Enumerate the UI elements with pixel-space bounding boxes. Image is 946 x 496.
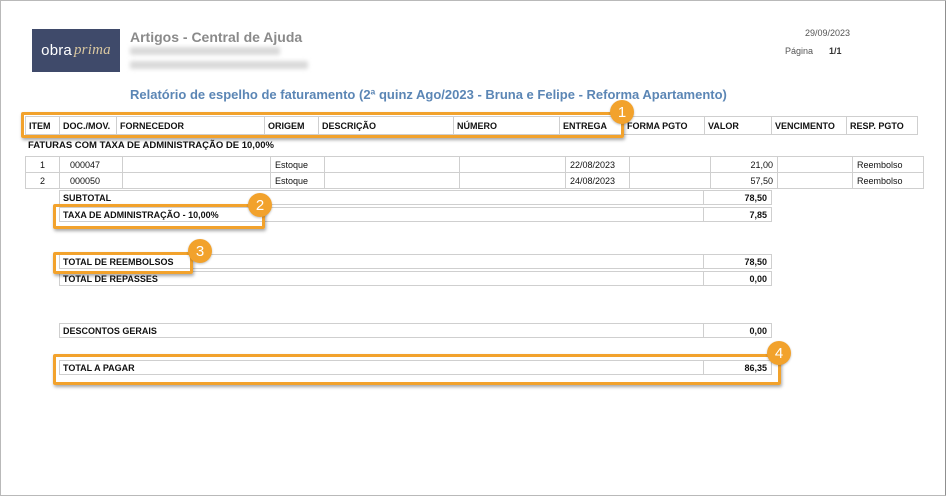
cell-resp: Reembolso [852,172,924,189]
cell-item: 2 [25,172,60,189]
blurred-contact-line [130,61,308,69]
callout-badge-3: 3 [188,239,212,263]
general-discount-label: DESCONTOS GERAIS [63,326,157,336]
cell-origem: Estoque [270,172,325,189]
section-title: FATURAS COM TAXA DE ADMINISTRAÇÃO DE 10,… [28,140,274,151]
cell-valor: 21,00 [710,156,778,173]
cell-doc: 000047 [59,156,123,173]
col-resp-pgto: RESP. PGTO [846,116,918,135]
cell-item: 1 [25,156,60,173]
cell-vencimento [777,156,853,173]
logo-text-prima: prima [73,42,111,58]
cell-resp: Reembolso [852,156,924,173]
cell-fornecedor [122,156,271,173]
highlight-column-headers [21,112,624,138]
company-name: Artigos - Central de Ajuda [130,29,303,45]
table-row: 2 000050 Estoque 24/08/2023 57,50 Reembo… [25,172,924,189]
report-page: obra prima Artigos - Central de Ajuda 29… [0,0,946,496]
report-title: Relatório de espelho de faturamento (2ª … [130,87,727,102]
col-valor: VALOR [704,116,772,135]
cell-numero [459,156,566,173]
page-number: 1/1 [829,46,842,56]
subtotal-label: SUBTOTAL [63,193,112,203]
transfer-total-label: TOTAL DE REPASSES [63,274,158,284]
reimbursement-total-value: 78,50 [744,257,767,267]
cell-entrega: 24/08/2023 [565,172,630,189]
cell-valor: 57,50 [710,172,778,189]
general-discount-value: 0,00 [749,326,767,336]
cell-numero [459,172,566,189]
cell-forma [629,156,711,173]
highlight-admin-fee [53,204,265,229]
cell-entrega: 22/08/2023 [565,156,630,173]
cell-forma [629,172,711,189]
cell-fornecedor [122,172,271,189]
col-vencimento: VENCIMENTO [771,116,847,135]
subtotal-value: 78,50 [744,193,767,203]
logo-text-obra: obra [41,42,72,59]
general-discount-row: DESCONTOS GERAIS 0,00 [59,323,772,338]
obra-prima-logo: obra prima [32,29,120,72]
report-date: 29/09/2023 [805,28,851,38]
col-forma-pgto: FORMA PGTO [623,116,705,135]
cell-descricao [324,172,460,189]
highlight-reimbursements [53,252,193,274]
callout-badge-2: 2 [248,193,272,217]
page-label: Página [785,46,814,56]
invoice-table: 1 000047 Estoque 22/08/2023 21,00 Reembo… [25,156,924,189]
callout-badge-4: 4 [767,341,791,365]
cell-vencimento [777,172,853,189]
table-row: 1 000047 Estoque 22/08/2023 21,00 Reembo… [25,156,924,173]
subtotal-row: SUBTOTAL 78,50 [59,190,772,205]
cell-origem: Estoque [270,156,325,173]
cell-descricao [324,156,460,173]
admin-fee-value: 7,85 [749,210,767,220]
cell-doc: 000050 [59,172,123,189]
highlight-total-payable [53,354,781,385]
blurred-address-line [130,47,280,55]
transfer-total-value: 0,00 [749,274,767,284]
callout-badge-1: 1 [610,100,634,124]
